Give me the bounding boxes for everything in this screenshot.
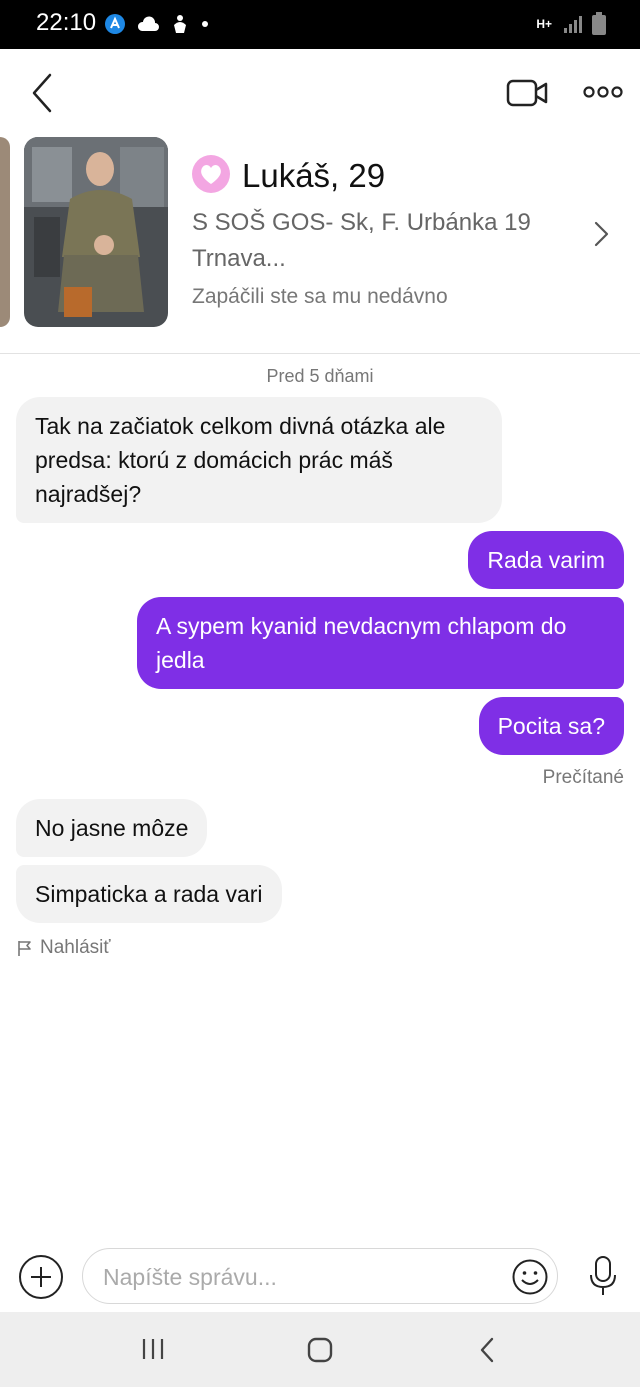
message-incoming[interactable]: Tak na začiatok celkom divná otázka ale … xyxy=(16,397,502,523)
battery-icon xyxy=(592,12,606,35)
compose-bar xyxy=(0,1244,640,1312)
message-input[interactable] xyxy=(101,1259,505,1295)
message-incoming[interactable]: No jasne môze xyxy=(16,799,208,857)
profile-photo-image xyxy=(24,137,168,327)
more-dots-icon xyxy=(583,86,623,98)
add-attachment-button[interactable] xyxy=(18,1254,64,1300)
status-time: 22:10 xyxy=(36,9,97,36)
home-icon[interactable] xyxy=(306,1336,334,1364)
system-navigation-bar xyxy=(0,1312,640,1387)
like-badge xyxy=(192,155,230,193)
smiley-icon xyxy=(512,1259,548,1295)
notification-icon xyxy=(174,15,186,33)
report-button[interactable]: Nahlásiť xyxy=(16,937,111,959)
previous-photo-thumbnail[interactable] xyxy=(0,137,10,327)
message-input-wrapper xyxy=(82,1248,558,1304)
plus-circle-icon xyxy=(19,1255,63,1299)
message-outgoing[interactable]: Pocita sa? xyxy=(478,697,624,755)
back-button[interactable] xyxy=(26,71,62,115)
recent-apps-icon[interactable] xyxy=(140,1336,166,1362)
chat-header xyxy=(0,49,640,137)
open-profile-button[interactable] xyxy=(590,217,612,251)
network-type: H+ xyxy=(536,17,552,31)
more-options-button[interactable] xyxy=(583,84,623,100)
profile-photo[interactable] xyxy=(24,137,168,327)
profile-school: S SOŠ GOS- Sk, F. Urbánka 19 Trnava... xyxy=(192,209,531,272)
cloud-icon xyxy=(137,16,159,31)
emoji-button[interactable] xyxy=(511,1258,549,1296)
dot-icon xyxy=(202,21,208,27)
voice-message-button[interactable] xyxy=(588,1254,618,1298)
message-incoming[interactable]: Simpaticka a rada vari xyxy=(16,865,282,923)
liked-you-text: Zapáčili ste sa mu nedávno xyxy=(192,285,448,308)
flag-icon xyxy=(18,941,31,956)
app-store-icon xyxy=(105,14,125,34)
video-call-button[interactable] xyxy=(506,77,548,109)
message-outgoing[interactable]: Rada varim xyxy=(468,531,624,589)
report-label: Nahlásiť xyxy=(40,937,111,958)
heart-icon xyxy=(201,165,221,184)
message-outgoing[interactable]: A sypem kyanid nevdacnym chlapom do jedl… xyxy=(137,597,624,689)
chevron-right-icon xyxy=(594,221,609,247)
date-separator: Pred 5 dňami xyxy=(266,366,374,386)
profile-name: Lukáš, 29 xyxy=(242,157,386,194)
signal-icon xyxy=(564,16,582,33)
status-bar: 22:10 H+ xyxy=(0,0,640,49)
back-nav-icon[interactable] xyxy=(476,1336,500,1364)
chevron-left-icon xyxy=(32,73,52,113)
divider xyxy=(0,353,640,354)
microphone-icon xyxy=(590,1256,616,1295)
profile-card[interactable]: Lukáš, 29 S SOŠ GOS- Sk, F. Urbánka 19 T… xyxy=(0,137,640,353)
read-receipt: Prečítané xyxy=(542,767,624,788)
video-camera-icon xyxy=(506,79,548,107)
